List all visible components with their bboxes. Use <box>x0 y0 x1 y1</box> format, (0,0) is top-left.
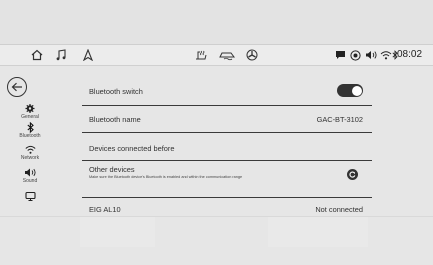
sidebar-item-general[interactable]: General <box>0 103 60 120</box>
volume-icon <box>365 48 377 62</box>
status-bar: 08:02 <box>0 45 433 66</box>
sidebar-item-bluetooth[interactable]: Bluetooth <box>0 122 60 139</box>
wifi-icon <box>24 145 36 154</box>
bluetooth-name-label: Bluetooth name <box>89 115 141 124</box>
gear-icon <box>25 104 35 113</box>
wifi-icon <box>380 48 392 62</box>
target-icon <box>350 48 361 62</box>
other-devices-note: Make sure the Bluetooth device's Bluetoo… <box>89 175 243 179</box>
bluetooth-name-row[interactable]: Bluetooth name GAC-BT-3102 <box>82 106 372 133</box>
bluetooth-switch-row[interactable]: Bluetooth switch <box>82 66 372 106</box>
home-icon[interactable] <box>31 48 43 62</box>
bluetooth-name-value: GAC-BT-3102 <box>316 115 363 124</box>
bluetooth-toggle[interactable] <box>337 84 363 97</box>
refresh-button[interactable] <box>347 169 358 180</box>
fan-icon[interactable] <box>246 48 258 62</box>
toggle-knob <box>351 85 362 96</box>
navigation-arrow-icon[interactable] <box>83 48 93 62</box>
bottom-blank-block <box>268 217 368 247</box>
sidebar-item-network[interactable]: Network <box>0 144 60 161</box>
speaker-icon <box>25 168 36 177</box>
car-ac-icon[interactable] <box>219 48 237 62</box>
clock: 08:02 <box>397 49 423 60</box>
settings-sidebar: General Bluetooth Network Sound <box>0 66 64 216</box>
bottom-empty-area <box>0 216 433 265</box>
sidebar-item-display[interactable] <box>0 191 60 202</box>
refresh-icon <box>349 171 356 178</box>
arrow-left-icon <box>11 82 22 92</box>
message-icon <box>335 48 346 62</box>
sidebar-item-label: Sound <box>22 178 38 184</box>
device-list-item[interactable]: EIG AL10 Not connected <box>82 198 372 216</box>
back-button[interactable] <box>7 77 27 97</box>
bottom-blank-block <box>80 217 155 247</box>
devices-connected-before-row[interactable]: Devices connected before <box>82 133 372 161</box>
other-devices-label: Other devices <box>89 165 135 174</box>
display-icon <box>24 191 36 201</box>
music-note-icon[interactable] <box>56 48 66 62</box>
sidebar-item-label: Bluetooth <box>19 133 41 139</box>
bluetooth-switch-label: Bluetooth switch <box>89 87 143 96</box>
devices-connected-before-label: Devices connected before <box>89 144 175 153</box>
bluetooth-icon <box>26 122 34 133</box>
other-devices-row: Other devices Make sure the Bluetooth de… <box>82 161 372 198</box>
bluetooth-settings-panel: Bluetooth switch Bluetooth name GAC-BT-3… <box>82 66 372 216</box>
device-status: Not connected <box>315 205 363 214</box>
seat-heat-icon[interactable] <box>194 48 208 62</box>
top-empty-area <box>0 0 433 45</box>
device-name: EIG AL10 <box>89 205 121 214</box>
sidebar-item-label: General <box>21 114 39 120</box>
sidebar-item-sound[interactable]: Sound <box>0 167 60 184</box>
sidebar-item-label: Network <box>20 155 40 161</box>
